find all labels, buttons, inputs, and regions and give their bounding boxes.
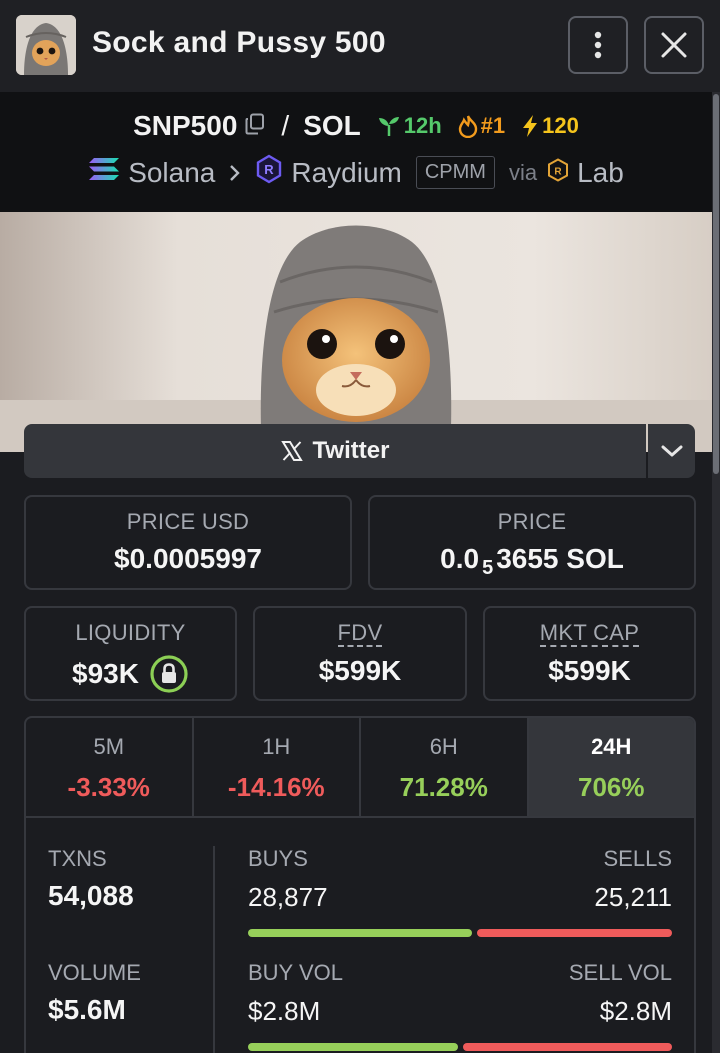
price-usd-value: $0.0005997: [114, 543, 262, 574]
buy-vol-label: BUY VOL: [248, 960, 343, 985]
volume-stat: VOLUME $5.6M: [48, 960, 141, 1026]
mktcap-label[interactable]: MKT CAP: [539, 621, 640, 647]
dex-name[interactable]: Raydium: [291, 157, 401, 189]
liquidity-value: $93K: [72, 658, 139, 689]
timeframe-tabs: 5M -3.33% 1H -14.16% 6H 71.28% 24H 706%: [26, 718, 694, 818]
x-logo-icon: [280, 441, 303, 461]
trending-rank: #1: [480, 113, 506, 138]
sells-label: SELLS: [603, 846, 673, 871]
volume-value: $5.6M: [48, 994, 126, 1025]
buys-label: BUYS: [248, 846, 308, 871]
buys-sells-block: BUYS SELLS 28,877 25,211: [248, 846, 672, 937]
buy-vol-value: $2.8M: [248, 996, 321, 1026]
launchpad-name[interactable]: Lab: [577, 157, 624, 189]
mktcap-value: $599K: [548, 655, 631, 686]
tab-24h[interactable]: 24H 706%: [528, 718, 694, 816]
sell-vol-value: $2.8M: [599, 996, 672, 1026]
mktcap-card: MKT CAP $599K: [483, 606, 696, 701]
twitter-button[interactable]: Twitter: [24, 424, 646, 478]
flame-icon: [458, 115, 477, 138]
timeframe-stats-panel: 5M -3.33% 1H -14.16% 6H 71.28% 24H 706% …: [24, 716, 696, 1053]
svg-text:R: R: [265, 162, 275, 177]
chevron-right-icon: [229, 157, 241, 189]
lock-icon[interactable]: [149, 654, 189, 694]
via-label: via: [508, 159, 538, 185]
liquidity-card: LIQUIDITY $93K: [24, 606, 237, 701]
socials-dropdown-button[interactable]: [648, 424, 695, 478]
chain-dex-row: Solana R Raydium CPMM via R Lab: [0, 154, 712, 191]
base-token-symbol: SNP500: [133, 110, 238, 141]
price-usd-card: PRICE USD $0.0005997: [24, 495, 352, 590]
tab-label: 6H: [429, 734, 458, 759]
price-sol-lead: 0.0: [440, 543, 480, 574]
price-sol-card: PRICE 0.0 5 3655 SOL: [368, 495, 696, 590]
tab-6h[interactable]: 6H 71.28%: [361, 718, 529, 816]
txns-value: 54,088: [48, 880, 134, 911]
lightning-icon: [523, 115, 538, 137]
pair-age-badge: 12h: [377, 113, 442, 139]
liquidity-label: LIQUIDITY: [75, 620, 186, 645]
trending-rank-badge: #1: [458, 113, 505, 139]
pair-info-panel: SNP500 / SOL 12h #1 120 Solana R Raydium…: [0, 92, 712, 212]
pair-separator: /: [281, 110, 290, 141]
boost-badge: 120: [521, 113, 579, 139]
sell-vol-bar: [462, 1043, 672, 1051]
scrollbar[interactable]: [712, 92, 720, 1053]
sells-bar: [476, 929, 672, 937]
buy-sell-volume-block: BUY VOL SELL VOL $2.8M $2.8M: [248, 960, 672, 1051]
tab-label: 5M: [93, 734, 125, 759]
tab-label: 1H: [262, 734, 291, 759]
pool-type-badge: CPMM: [415, 156, 495, 189]
buy-vol-bar: [248, 1043, 458, 1051]
price-sol-label: PRICE: [497, 509, 567, 534]
price-change: -14.16%: [227, 772, 325, 802]
price-usd-label: PRICE USD: [126, 509, 250, 534]
fdv-card: FDV $599K: [253, 606, 467, 701]
price-change: -3.33%: [67, 772, 150, 802]
svg-text:R: R: [554, 166, 562, 177]
buys-bar: [248, 929, 472, 937]
price-sol-tail: 3655 SOL: [496, 543, 624, 574]
close-icon: [661, 32, 687, 58]
token-title: Sock and Pussy 500: [92, 26, 386, 59]
column-divider: [213, 846, 215, 1053]
raydium-icon: R: [255, 154, 283, 191]
volume-ratio-bar: [248, 1043, 672, 1051]
more-vertical-icon: [594, 31, 602, 59]
chevron-down-icon: [661, 445, 682, 457]
fdv-value: $599K: [318, 655, 402, 686]
quote-token-symbol: SOL: [303, 110, 361, 141]
sell-vol-label: SELL VOL: [568, 960, 672, 985]
twitter-label: Twitter: [312, 437, 390, 464]
token-avatar: [16, 15, 76, 75]
sprout-icon: [378, 117, 399, 136]
fdv-label[interactable]: FDV: [337, 621, 383, 647]
tab-5m[interactable]: 5M -3.33%: [26, 718, 194, 816]
pair-age: 12h: [403, 113, 442, 138]
pair-row: SNP500 / SOL 12h #1 120: [0, 110, 712, 142]
buys-value: 28,877: [248, 882, 328, 912]
price-change: 706%: [578, 772, 645, 802]
buys-sells-ratio-bar: [248, 929, 672, 937]
boost-count: 120: [542, 113, 579, 138]
scroll-thumb[interactable]: [713, 94, 719, 474]
price-sol-zero-count: 5: [482, 557, 494, 579]
txns-stat: TXNS 54,088: [48, 846, 134, 912]
txns-label: TXNS: [48, 846, 107, 871]
tab-label: 24H: [591, 734, 632, 759]
copy-icon[interactable]: [245, 113, 265, 140]
tab-1h[interactable]: 1H -14.16%: [194, 718, 361, 816]
chain-name[interactable]: Solana: [128, 157, 215, 189]
price-sol-value: 0.0 5 3655 SOL: [370, 543, 694, 580]
volume-label: VOLUME: [48, 960, 141, 985]
app-header: Sock and Pussy 500: [0, 0, 720, 92]
more-menu-button[interactable]: [568, 16, 628, 74]
sells-value: 25,211: [594, 882, 672, 912]
token-banner-image: [0, 212, 712, 452]
solana-icon: [88, 156, 120, 189]
close-button[interactable]: [644, 16, 704, 74]
price-change: 71.28%: [399, 772, 488, 802]
lab-icon: R: [547, 157, 569, 189]
